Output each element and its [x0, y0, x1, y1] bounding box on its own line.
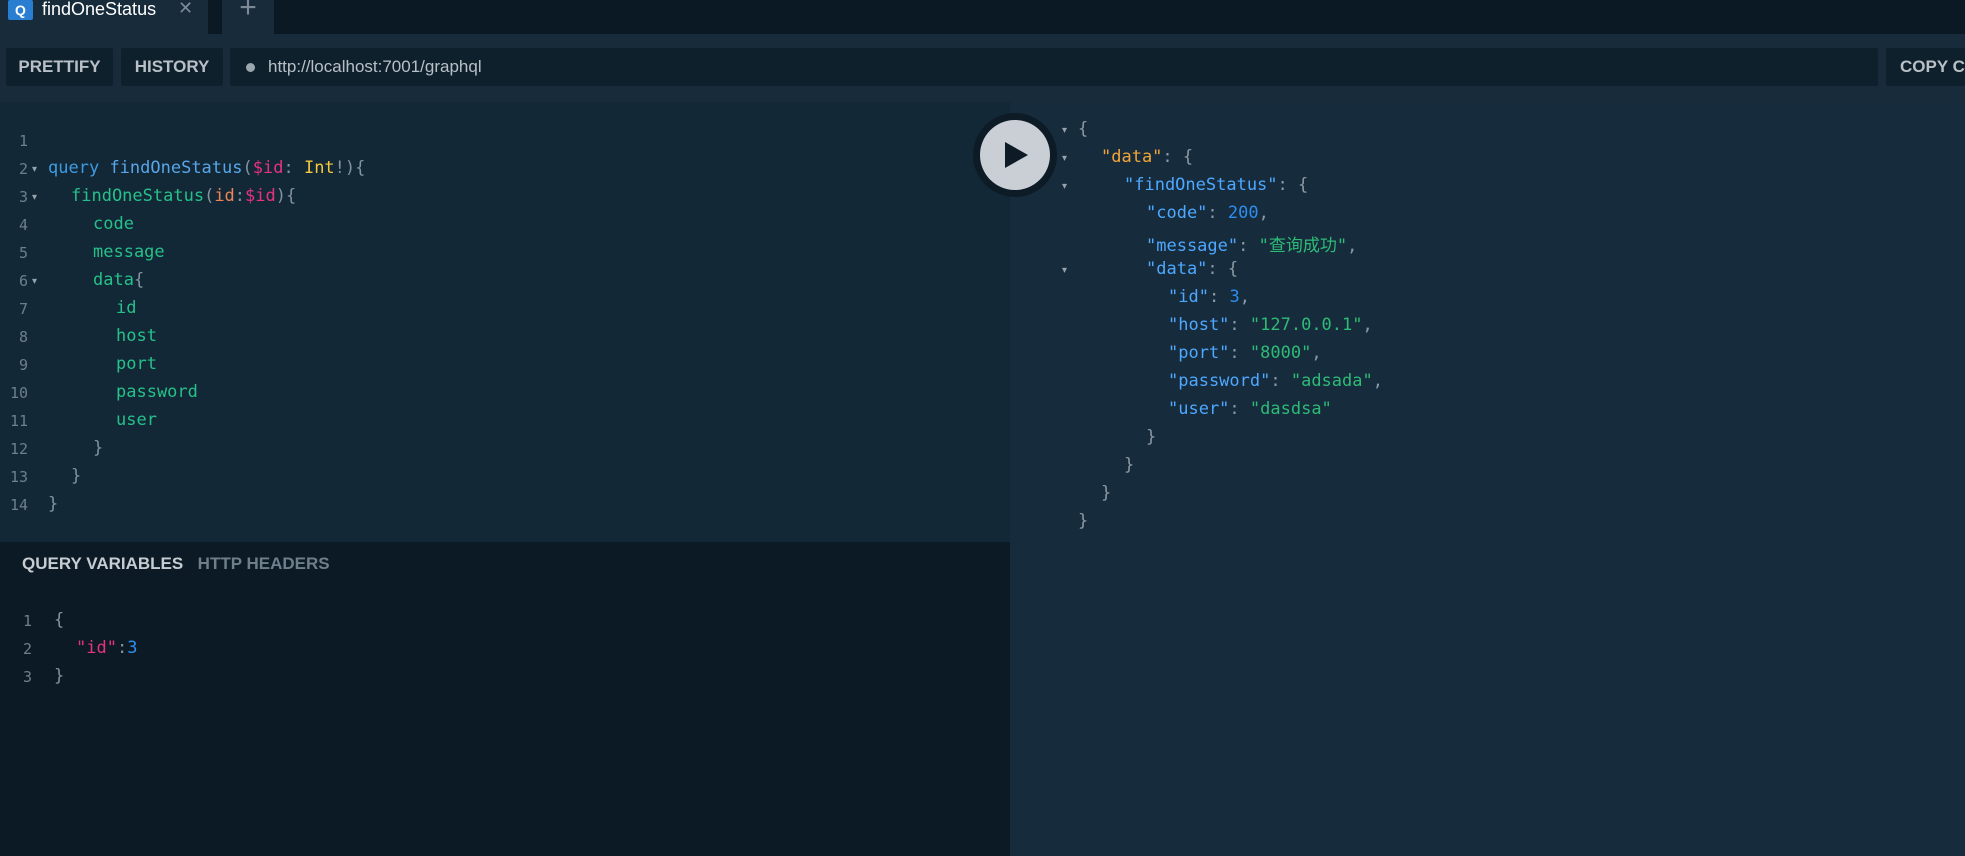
- line-number: 1: [18, 132, 28, 150]
- json-line: }: [1101, 483, 1112, 503]
- code-line: host: [116, 326, 157, 346]
- tab-http-headers[interactable]: HTTP HEADERS: [198, 554, 330, 574]
- tab-query-variables[interactable]: QUERY VARIABLES: [22, 554, 183, 574]
- line-number: 10: [9, 384, 28, 402]
- line-number: 2: [18, 160, 28, 178]
- json-line: "data": {: [1101, 147, 1194, 167]
- fold-arrow-icon[interactable]: ▾: [32, 165, 37, 175]
- result-viewer: ▾ ▾ ▾ ▾ { "data": { "findOneStatus": { "…: [1010, 102, 1965, 856]
- fold-arrow-icon[interactable]: ▾: [1062, 154, 1067, 164]
- fold-arrow-icon[interactable]: ▾: [1062, 182, 1067, 192]
- tab-bar: Q findOneStatus ✕ +: [0, 0, 1965, 34]
- play-icon: [980, 120, 1050, 190]
- tab-title: findOneStatus: [42, 0, 157, 19]
- prettify-button[interactable]: PRETTIFY: [6, 48, 113, 86]
- line-number: 4: [18, 216, 28, 234]
- line-number: 11: [9, 412, 28, 430]
- fold-arrow-icon[interactable]: ▾: [32, 193, 37, 203]
- json-line: "findOneStatus": {: [1124, 175, 1309, 195]
- line-number: 7: [18, 300, 28, 318]
- code-line: data{: [93, 270, 145, 290]
- json-line: "password": "adsada",: [1168, 371, 1383, 391]
- json-line: "id": 3,: [1168, 287, 1250, 307]
- code-line: findOneStatus(id:$id){: [71, 186, 297, 206]
- json-line: "data": {: [1146, 259, 1239, 279]
- json-line: "code": 200,: [1146, 203, 1269, 223]
- json-line: "message": "查询成功",: [1146, 236, 1358, 256]
- history-button[interactable]: HISTORY: [121, 48, 223, 86]
- endpoint-url: http://localhost:7001/graphql: [268, 57, 482, 76]
- line-number: 1: [22, 612, 32, 630]
- line-number: 5: [18, 244, 28, 262]
- json-line: "user": "dasdsa": [1168, 399, 1332, 419]
- code-line: password: [116, 382, 198, 402]
- status-dot-icon: [246, 63, 255, 72]
- close-icon[interactable]: ✕: [178, 0, 193, 19]
- endpoint-url-input[interactable]: http://localhost:7001/graphql: [230, 48, 1878, 86]
- line-number: 9: [18, 356, 28, 374]
- fold-arrow-icon[interactable]: ▾: [1062, 126, 1067, 136]
- code-line[interactable]: "id":3: [76, 638, 137, 658]
- line-number: 8: [18, 328, 28, 346]
- fold-arrow-icon[interactable]: ▾: [32, 277, 37, 287]
- line-number: 3: [22, 668, 32, 686]
- json-line: {: [1078, 119, 1089, 139]
- code-line: code: [93, 214, 134, 234]
- code-line: }: [54, 666, 65, 686]
- code-line: }: [93, 438, 104, 458]
- line-number: 13: [9, 468, 28, 486]
- json-line: }: [1078, 511, 1089, 531]
- variables-panel: QUERY VARIABLES HTTP HEADERS 1 2 3 { "id…: [0, 542, 1010, 856]
- line-number: 3: [18, 188, 28, 206]
- query-badge: Q: [8, 0, 33, 20]
- code-line: }: [48, 494, 59, 514]
- query-editor[interactable]: 1 2 3 4 5 6 7 8 9 10 11 12 13 14 ▾ ▾ ▾ q…: [0, 102, 1010, 542]
- run-query-button[interactable]: [973, 113, 1057, 197]
- plus-icon[interactable]: +: [222, 0, 274, 34]
- json-line: "host": "127.0.0.1",: [1168, 315, 1373, 335]
- code-line: port: [116, 354, 157, 374]
- line-number: 12: [9, 440, 28, 458]
- fold-arrow-icon[interactable]: ▾: [1062, 266, 1067, 276]
- toolbar: PRETTIFY HISTORY http://localhost:7001/g…: [0, 34, 1965, 102]
- code-line: query findOneStatus($id: Int!){: [48, 158, 366, 178]
- code-line: id: [116, 298, 137, 318]
- variables-tabs: QUERY VARIABLES HTTP HEADERS: [22, 554, 340, 574]
- copy-curl-button[interactable]: COPY C: [1886, 48, 1965, 86]
- line-number: 2: [22, 640, 32, 658]
- json-line: }: [1146, 427, 1157, 447]
- code-line: {: [54, 610, 65, 630]
- line-number: 14: [9, 496, 28, 514]
- line-number: 6: [18, 272, 28, 290]
- json-line: }: [1124, 455, 1135, 475]
- tab-find-one-status[interactable]: Q findOneStatus ✕: [0, 0, 208, 34]
- code-line: user: [116, 410, 157, 430]
- code-line: }: [71, 466, 82, 486]
- code-line: message: [93, 242, 165, 262]
- json-line: "port": "8000",: [1168, 343, 1322, 363]
